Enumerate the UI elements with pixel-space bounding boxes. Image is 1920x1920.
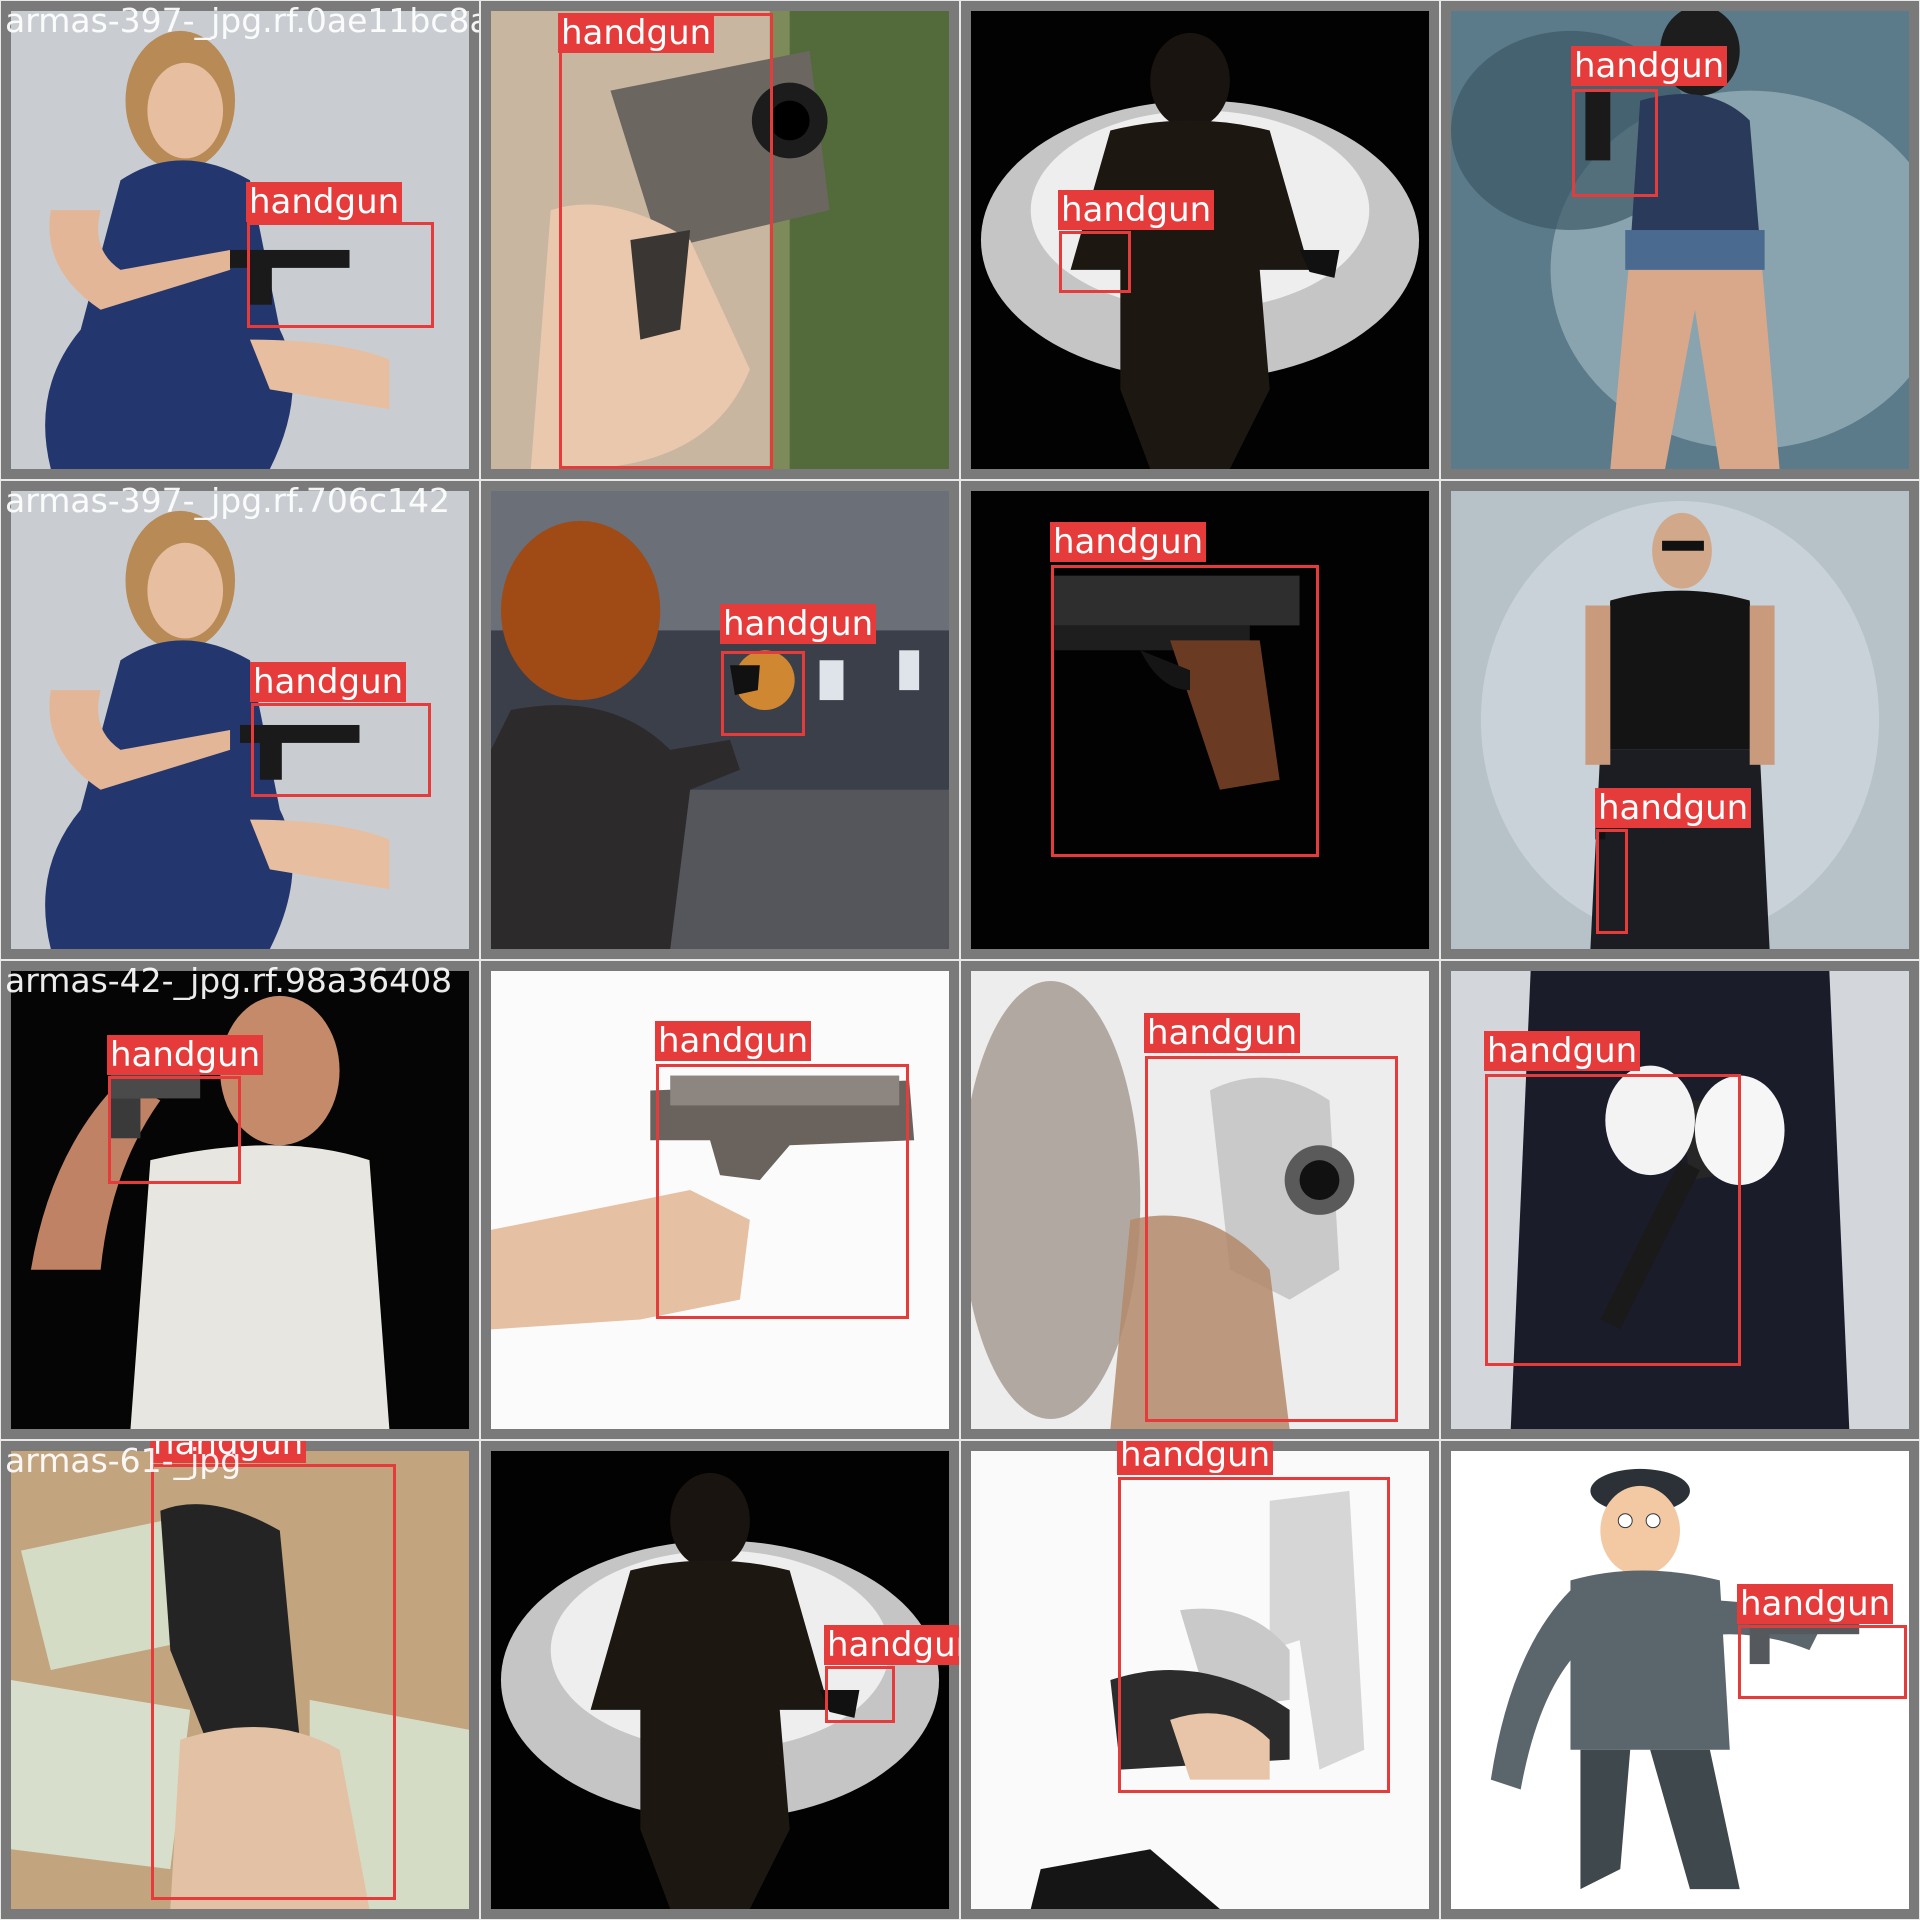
detection-label: handgun — [246, 182, 403, 222]
detection-box — [1145, 1056, 1398, 1422]
tile-1: handgun armas-397-_jpg.rf.0ae11bc8ae08 — [0, 0, 480, 480]
detection-box — [1059, 231, 1131, 293]
tile-15: handgun — [960, 1440, 1440, 1920]
tile-filename: armas-397-_jpg.rf.0ae11bc8ae08 — [5, 1, 479, 40]
detection-box — [247, 222, 434, 328]
detection-label: handgun — [558, 13, 715, 53]
tile-12: handgun — [1440, 960, 1920, 1440]
detection-label: handgun — [655, 1021, 812, 1061]
detection-label: handgun — [1595, 788, 1752, 828]
photo-man-sunglasses — [1451, 491, 1909, 949]
tile-filename: armas-42-_jpg.rf.98a36408 — [5, 961, 453, 1000]
tile-9: handgun armas-42-_jpg.rf.98a36408 — [0, 960, 480, 1440]
tile-11: handgun — [960, 960, 1440, 1440]
photo-shooting-range — [491, 491, 949, 949]
detection-label: handgun — [720, 604, 877, 644]
detection-label: handgun — [1484, 1031, 1641, 1071]
detection-label: handgun — [1144, 1013, 1301, 1053]
detection-box — [559, 13, 773, 469]
detection-label: handgun — [824, 1625, 959, 1665]
tile-filename: armas-61-_jpg — [5, 1441, 242, 1480]
detection-box — [1051, 565, 1319, 857]
detection-label: handgun — [250, 662, 407, 702]
detection-box — [656, 1064, 909, 1319]
detection-box — [1596, 829, 1628, 934]
tile-16: handgun — [1440, 1440, 1920, 1920]
tile-2: handgun — [480, 0, 960, 480]
detection-box — [721, 651, 805, 736]
tile-5: handgun armas-397-_jpg.rf.706c142 — [0, 480, 480, 960]
detection-box — [1485, 1074, 1741, 1366]
image-grid: handgun armas-397-_jpg.rf.0ae11bc8ae08 h… — [0, 0, 1920, 1920]
detection-label: handgun — [1737, 1584, 1894, 1624]
photo-silhouette-smoke — [971, 11, 1429, 469]
detection-box — [151, 1464, 396, 1900]
tile-3: handgun — [960, 0, 1440, 480]
detection-box — [108, 1076, 241, 1184]
detection-box — [1738, 1625, 1907, 1699]
detection-box — [1572, 89, 1658, 197]
detection-label: handgun — [1117, 1441, 1274, 1475]
detection-label: handgun — [1571, 46, 1728, 86]
detection-label: handgun — [1058, 190, 1215, 230]
detection-label: handgun — [107, 1035, 264, 1075]
tile-10: handgun — [480, 960, 960, 1440]
detection-box — [1118, 1477, 1390, 1793]
tile-7: handgun — [960, 480, 1440, 960]
tile-13: handgun armas-61-_jpg — [0, 1440, 480, 1920]
tile-8: handgun — [1440, 480, 1920, 960]
tile-4: handgun — [1440, 0, 1920, 480]
tile-filename: armas-397-_jpg.rf.706c142 — [5, 481, 451, 520]
detection-label: handgun — [1050, 522, 1207, 562]
detection-box — [251, 703, 431, 797]
detection-box — [825, 1666, 895, 1723]
tile-6: handgun — [480, 480, 960, 960]
tile-14: handgun — [480, 1440, 960, 1920]
